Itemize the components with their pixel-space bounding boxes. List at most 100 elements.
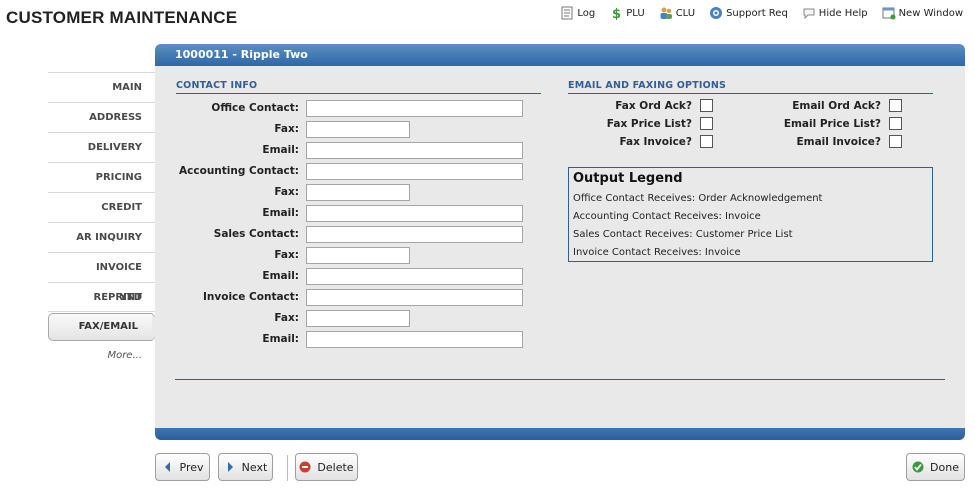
email-ord-ack-row: Email Ord Ack? bbox=[745, 99, 902, 112]
top-toolbar: Log $ PLU CLU Support Req Hide Help New … bbox=[560, 6, 963, 22]
email-invoice-row: Email Invoice? bbox=[745, 135, 902, 148]
help-bubble-icon bbox=[802, 6, 816, 20]
fax-price-list-row: Fax Price List? bbox=[568, 117, 713, 130]
output-legend-title: Output Legend bbox=[573, 171, 683, 186]
panel-divider bbox=[175, 379, 945, 380]
contact-field-label: Office Contact: bbox=[211, 102, 299, 114]
legend-line: Accounting Contact Receives: Invoice bbox=[573, 211, 761, 222]
contact-name-field[interactable] bbox=[306, 288, 523, 306]
arrow-right-icon bbox=[224, 461, 236, 473]
fax-invoice-row: Fax Invoice? bbox=[568, 135, 713, 148]
log-icon bbox=[560, 6, 574, 20]
sidebar-item-delivery[interactable]: DELIVERY bbox=[48, 132, 156, 162]
email-field[interactable] bbox=[306, 141, 523, 159]
fax-ord-ack-row: Fax Ord Ack? bbox=[568, 99, 713, 112]
fax-invoice-label: Fax Invoice? bbox=[619, 135, 692, 148]
output-legend: Output Legend Office Contact Receives: O… bbox=[568, 167, 933, 262]
fax-ord-ack-checkbox[interactable] bbox=[700, 99, 713, 112]
contact-field-row: Fax: bbox=[156, 309, 410, 327]
delete-button[interactable]: Delete bbox=[295, 453, 358, 481]
dollar-icon: $ bbox=[609, 6, 623, 22]
toolbar-plu-label: PLU bbox=[626, 7, 645, 19]
contact-field-label: Fax: bbox=[274, 249, 299, 261]
toolbar-new-window-label: New Window bbox=[898, 7, 963, 19]
contact-field-row: Accounting Contact: bbox=[156, 162, 523, 180]
contact-name-field[interactable] bbox=[306, 162, 523, 180]
contact-field-label: Email: bbox=[262, 270, 299, 282]
delete-icon bbox=[299, 461, 311, 473]
contact-field-row: Fax: bbox=[156, 183, 410, 201]
prev-button[interactable]: Prev bbox=[155, 453, 210, 481]
email-price-list-checkbox[interactable] bbox=[889, 117, 902, 130]
sidebar-item-invoice-reprint[interactable]: INVOICE REPRINT bbox=[48, 252, 156, 303]
fax-field[interactable] bbox=[306, 183, 410, 201]
legend-line: Sales Contact Receives: Customer Price L… bbox=[573, 229, 793, 240]
toolbar-clu-label: CLU bbox=[675, 7, 696, 19]
toolbar-clu[interactable]: CLU bbox=[659, 6, 695, 20]
support-icon bbox=[709, 6, 723, 20]
sidebar-item-main[interactable]: MAIN bbox=[48, 72, 156, 102]
fax-ord-ack-label: Fax Ord Ack? bbox=[615, 99, 692, 112]
contact-field-label: Fax: bbox=[274, 123, 299, 135]
legend-line: Office Contact Receives: Order Acknowled… bbox=[573, 193, 823, 204]
toolbar-log[interactable]: Log bbox=[560, 6, 595, 20]
fax-field[interactable] bbox=[306, 309, 410, 327]
main-panel: 1000011 - Ripple Two CONTACT INFO Office… bbox=[155, 44, 965, 440]
app-title: CUSTOMER MAINTENANCE bbox=[6, 8, 238, 27]
fax-price-list-checkbox[interactable] bbox=[700, 117, 713, 130]
contact-field-row: Email: bbox=[156, 330, 523, 348]
sidebar-more-link[interactable]: More... bbox=[48, 341, 156, 371]
email-field[interactable] bbox=[306, 204, 523, 222]
email-price-list-row: Email Price List? bbox=[745, 117, 902, 130]
contact-info-title: CONTACT INFO bbox=[176, 80, 541, 94]
sidebar-item-credit[interactable]: CREDIT bbox=[48, 192, 156, 222]
next-button[interactable]: Next bbox=[218, 453, 273, 481]
checkmark-icon bbox=[912, 461, 924, 473]
done-button[interactable]: Done bbox=[906, 453, 965, 481]
sidebar-item-address[interactable]: ADDRESS bbox=[48, 102, 156, 132]
email-field[interactable] bbox=[306, 267, 523, 285]
toolbar-support-req[interactable]: Support Req bbox=[709, 6, 788, 20]
contact-field-row: Fax: bbox=[156, 120, 410, 138]
email-field[interactable] bbox=[306, 330, 523, 348]
toolbar-hide-help[interactable]: Hide Help bbox=[802, 6, 868, 20]
contact-name-field[interactable] bbox=[306, 99, 523, 117]
fax-field[interactable] bbox=[306, 246, 410, 264]
legend-line: Invoice Contact Receives: Invoice bbox=[573, 247, 741, 258]
contact-field-row: Invoice Contact: bbox=[156, 288, 523, 306]
contact-field-label: Sales Contact: bbox=[213, 228, 299, 240]
contact-field-label: Invoice Contact: bbox=[203, 291, 299, 303]
email-invoice-checkbox[interactable] bbox=[889, 135, 902, 148]
contact-field-label: Email: bbox=[262, 144, 299, 156]
fax-price-list-label: Fax Price List? bbox=[606, 117, 692, 130]
fax-invoice-checkbox[interactable] bbox=[700, 135, 713, 148]
toolbar-plu[interactable]: $ PLU bbox=[609, 6, 645, 22]
contact-field-row: Email: bbox=[156, 204, 523, 222]
toolbar-new-window[interactable]: New Window bbox=[882, 6, 963, 20]
users-icon bbox=[659, 6, 673, 20]
email-invoice-label: Email Invoice? bbox=[796, 135, 881, 148]
contact-field-row: Email: bbox=[156, 141, 523, 159]
done-button-label: Done bbox=[930, 460, 959, 474]
email-ord-ack-checkbox[interactable] bbox=[889, 99, 902, 112]
sidebar-item-ar-inquiry[interactable]: AR INQUIRY bbox=[48, 222, 156, 252]
fax-field[interactable] bbox=[306, 120, 410, 138]
next-button-label: Next bbox=[241, 460, 268, 474]
arrow-left-icon bbox=[162, 461, 174, 473]
contact-field-row: Email: bbox=[156, 267, 523, 285]
panel-header: 1000011 - Ripple Two bbox=[155, 44, 965, 66]
prev-button-label: Prev bbox=[179, 460, 204, 474]
contact-field-row: Office Contact: bbox=[156, 99, 523, 117]
button-separator bbox=[287, 455, 288, 481]
toolbar-support-label: Support Req bbox=[726, 7, 788, 19]
contact-field-row: Sales Contact: bbox=[156, 225, 523, 243]
sidebar-item-pricing[interactable]: PRICING bbox=[48, 162, 156, 192]
svg-text:$: $ bbox=[612, 7, 621, 20]
delete-button-label: Delete bbox=[317, 460, 354, 474]
sidebar-nav: MAIN ADDRESS DELIVERY PRICING CREDIT AR … bbox=[48, 72, 165, 371]
sidebar-item-fax-email[interactable]: FAX/EMAIL bbox=[48, 313, 165, 341]
email-price-list-label: Email Price List? bbox=[783, 117, 881, 130]
contact-name-field[interactable] bbox=[306, 225, 523, 243]
sidebar-item-fax-email-label: FAX/EMAIL bbox=[78, 321, 138, 332]
toolbar-log-label: Log bbox=[577, 7, 596, 19]
